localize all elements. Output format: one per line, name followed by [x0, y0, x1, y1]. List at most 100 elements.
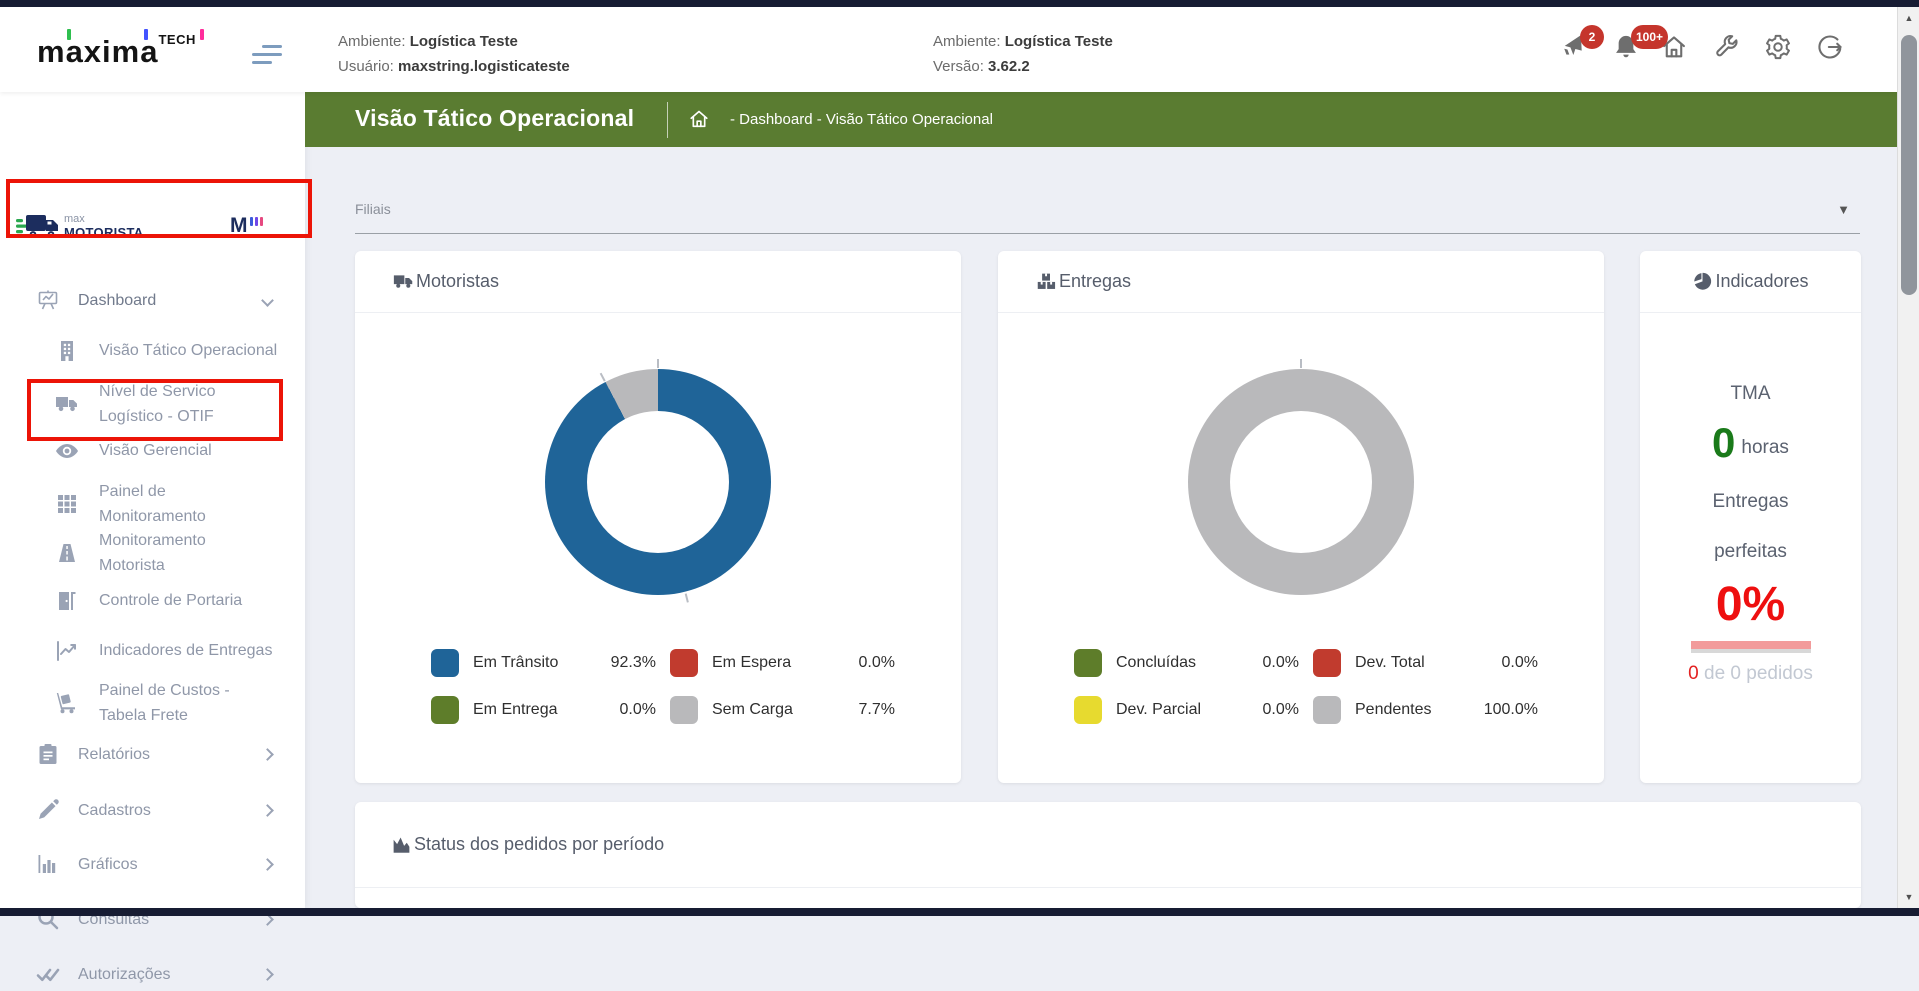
- indicadores-card-title: Indicadores: [1715, 271, 1809, 291]
- announcements-badge: 2: [1580, 25, 1604, 49]
- logo-brand-name: maxima: [37, 34, 159, 69]
- boxes-icon: [1036, 271, 1057, 292]
- dashboard-icon: [36, 288, 60, 312]
- entregas-card-header: Entregas: [998, 251, 1604, 313]
- clipboard-icon: [36, 742, 60, 766]
- legend-item-dev-total[interactable]: Dev. Total 0.0%: [1313, 649, 1538, 677]
- wrench-icon[interactable]: [1712, 33, 1740, 61]
- logo-brand-suffix: TECH: [158, 32, 196, 47]
- entregas-donut-chart[interactable]: [1188, 359, 1414, 595]
- page-title: Visão Tático Operacional: [355, 105, 635, 131]
- logout-icon[interactable]: [1816, 33, 1844, 61]
- truck-icon: [55, 392, 79, 416]
- max-motorista-wordmark: max MOTORISTA: [64, 213, 144, 240]
- entregas-perfeitas-percent: 0%: [1715, 578, 1786, 631]
- entregas-legend: Concluídas 0.0% Dev. Total 0.0% Dev. Par…: [1074, 649, 1538, 724]
- chevron-right-icon: [261, 803, 274, 817]
- status-pedidos-card: Status dos pedidos por período: [355, 802, 1861, 908]
- scrollbar-thumb[interactable]: [1901, 35, 1917, 295]
- sidebar-item-autorizacoes[interactable]: Autorizações: [36, 959, 286, 989]
- indicadores-card-header: Indicadores: [1640, 251, 1861, 313]
- tma-label: TMA: [1730, 383, 1771, 404]
- pedidos-summary: 0 de 0 pedidos: [1688, 663, 1813, 684]
- logo-tick-blue: [144, 29, 148, 40]
- motoristas-card-header: Motoristas: [355, 251, 961, 313]
- indicadores-card: Indicadores TMA 0 horas Entregas perfeita…: [1640, 251, 1861, 783]
- app-header: maximaTECH Ambiente: Logística Teste Usu…: [0, 7, 1897, 92]
- chevron-right-icon: [261, 857, 274, 871]
- legend-swatch: [1313, 649, 1341, 677]
- sidebar-item-relatorios[interactable]: Relatórios: [36, 739, 286, 769]
- bar-chart-icon: [36, 852, 60, 876]
- pie-chart-icon: [1692, 271, 1713, 292]
- sidebar-item-painel-de-custos[interactable]: Painel de Custos - Tabela Frete: [55, 678, 285, 728]
- sidebar-item-indicadores-de-entregas[interactable]: Indicadores de Entregas: [55, 638, 285, 663]
- scroll-up-arrow[interactable]: ▲: [1898, 9, 1919, 27]
- legend-item-em-espera[interactable]: Em Espera 0.0%: [670, 649, 895, 677]
- road-icon: [55, 541, 79, 565]
- status-card-header: Status dos pedidos por período: [355, 802, 1861, 888]
- legend-swatch: [1074, 696, 1102, 724]
- truck-icon: [393, 271, 414, 292]
- door-icon: [55, 589, 79, 613]
- sidebar-item-dashboard[interactable]: Dashboard: [36, 285, 286, 315]
- legend-item-dev-parcial[interactable]: Dev. Parcial 0.0%: [1074, 696, 1299, 724]
- pencil-icon: [36, 798, 60, 822]
- breadcrumb-home-icon[interactable]: [688, 108, 710, 130]
- chevron-down-icon: [261, 293, 274, 307]
- sidebar-item-controle-de-portaria[interactable]: Controle de Portaria: [55, 588, 285, 613]
- sidebar-item-painel-de-monitoramento[interactable]: Painel de Monitoramento: [55, 479, 285, 529]
- environment-info-left: Ambiente: Logística Teste Usuário: maxst…: [338, 33, 570, 75]
- max-motorista-truck-logo: [16, 210, 60, 242]
- legend-swatch: [670, 696, 698, 724]
- motoristas-card: Motoristas Em Trânsito 92.3% Em Espera 0…: [355, 251, 961, 783]
- sidebar-toggle-button[interactable]: [252, 45, 282, 67]
- logo-tick-pink: [200, 29, 204, 40]
- legend-item-concluidas[interactable]: Concluídas 0.0%: [1074, 649, 1299, 677]
- gear-icon[interactable]: [1764, 33, 1792, 61]
- filiais-select[interactable]: Filiais ▼: [355, 196, 1860, 234]
- sidebar-item-nivel-de-servico-otif[interactable]: Nível de Servico Logístico - OTIF: [55, 379, 285, 429]
- motoristas-donut-chart[interactable]: [545, 359, 771, 603]
- entregas-card-title: Entregas: [1059, 271, 1132, 291]
- scroll-down-arrow[interactable]: ▼: [1898, 888, 1919, 906]
- sidebar-item-monitoramento-motorista[interactable]: Monitoramento Motorista: [55, 528, 285, 578]
- double-check-icon: [36, 962, 60, 986]
- sidebar-item-visao-tatico-operacional[interactable]: Visão Tático Operacional: [55, 338, 285, 363]
- logo-tick-green: [67, 29, 71, 40]
- tma-value: 0 horas: [1712, 419, 1789, 466]
- motoristas-legend: Em Trânsito 92.3% Em Espera 0.0% Em Entr…: [431, 649, 895, 724]
- legend-swatch: [670, 649, 698, 677]
- donut-hole: [587, 411, 729, 553]
- vertical-scrollbar[interactable]: ▲ ▼: [1897, 7, 1919, 908]
- window-bottom-strip: [0, 908, 1919, 916]
- hand-truck-icon: [55, 691, 79, 715]
- window-top-strip: [0, 0, 1919, 7]
- building-icon: [55, 339, 79, 363]
- sidebar: max MOTORISTA M Dashboard Visão Tático O…: [0, 92, 305, 983]
- chart-line-icon: [55, 639, 79, 663]
- chevron-right-icon: [261, 747, 274, 761]
- legend-swatch: [1313, 696, 1341, 724]
- area-chart-icon: [391, 834, 412, 855]
- breadcrumb: - Dashboard - Visão Tático Operacional: [730, 111, 993, 128]
- grid-icon: [55, 492, 79, 516]
- legend-swatch: [431, 649, 459, 677]
- entregas-perfeitas-line2: perfeitas: [1714, 541, 1787, 562]
- sidebar-item-visao-gerencial[interactable]: Visão Gerencial: [55, 438, 285, 463]
- sidebar-item-cadastros[interactable]: Cadastros: [36, 795, 286, 825]
- page-titlebar: Visão Tático Operacional - Dashboard - V…: [305, 92, 1897, 147]
- status-card-title: Status dos pedidos por período: [414, 834, 665, 854]
- motoristas-card-title: Motoristas: [416, 271, 500, 291]
- legend-item-pendentes[interactable]: Pendentes 100.0%: [1313, 696, 1538, 724]
- maxima-tech-logo: maximaTECH: [37, 29, 237, 75]
- legend-swatch: [1074, 649, 1102, 677]
- donut-hole: [1230, 411, 1372, 553]
- legend-item-sem-carga[interactable]: Sem Carga 7.7%: [670, 696, 895, 724]
- mini-brand-logo: M: [230, 214, 263, 238]
- sidebar-item-graficos[interactable]: Gráficos: [36, 849, 286, 879]
- titlebar-divider: [667, 102, 668, 138]
- legend-item-em-transito[interactable]: Em Trânsito 92.3%: [431, 649, 656, 677]
- caret-down-icon: ▼: [1837, 202, 1850, 217]
- legend-item-em-entrega[interactable]: Em Entrega 0.0%: [431, 696, 656, 724]
